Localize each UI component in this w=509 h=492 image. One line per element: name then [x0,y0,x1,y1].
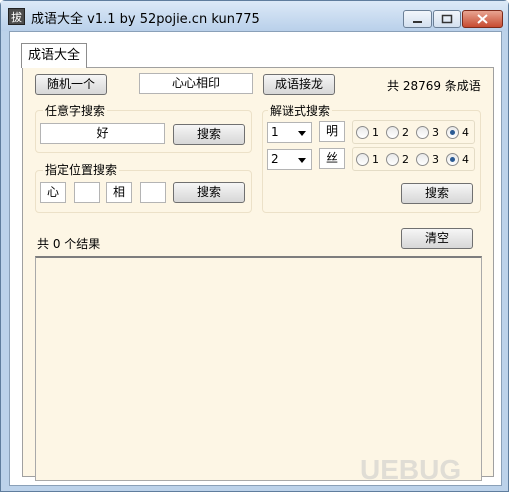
radio-1-1[interactable] [356,126,369,139]
chevron-down-icon [298,158,306,163]
radio-1-4-label: 4 [462,126,469,139]
tab-idioms[interactable]: 成语大全 [21,43,87,68]
radio-1-2[interactable] [386,126,399,139]
random-button[interactable]: 随机一个 [35,74,107,95]
radio-2-4[interactable] [446,153,459,166]
radio-2-1[interactable] [356,153,369,166]
radio-1-1-label: 1 [372,126,379,139]
any-search-input[interactable]: 好 [40,123,165,144]
riddle-search-title: 解谜式搜索 [268,102,333,119]
pos-field-4[interactable] [140,182,166,203]
riddle-char-1[interactable]: 明 [319,121,345,142]
clear-button[interactable]: 清空 [401,228,473,249]
riddle-combo-2-value: 2 [271,152,279,166]
radio-1-2-label: 2 [402,126,409,139]
radio-2-1-label: 1 [372,153,379,166]
pos-search-title: 指定位置搜索 [43,161,120,178]
minimize-icon [413,21,422,23]
pos-field-2[interactable] [74,182,100,203]
any-search-button[interactable]: 搜索 [173,124,245,145]
radio-1-4[interactable] [446,126,459,139]
watermark-logo: UEBUG [360,454,462,485]
result-count: 共 0 个结果 [37,237,101,251]
pos-field-1[interactable]: 心 [40,182,66,203]
riddle-radio-group-2: 1 2 3 4 [352,147,475,171]
radio-2-4-label: 4 [462,153,469,166]
window-title: 成语大全 v1.1 by 52pojie.cn kun775 [31,12,260,27]
riddle-radio-group-1: 1 2 3 4 [352,120,475,144]
riddle-search-button[interactable]: 搜索 [401,183,473,204]
radio-2-3[interactable] [416,153,429,166]
current-idiom-field[interactable]: 心心相印 [139,73,253,94]
close-icon [477,14,488,24]
radio-1-3[interactable] [416,126,429,139]
minimize-button[interactable] [403,10,432,28]
pos-field-3[interactable]: 相 [106,182,132,203]
results-list[interactable] [35,256,482,481]
radio-2-2-label: 2 [402,153,409,166]
chain-button[interactable]: 成语接龙 [263,74,335,95]
any-search-title: 任意字搜索 [43,102,108,119]
idiom-count: 共 28769 条成语 [387,79,481,93]
app-icon: 拔 [8,8,25,25]
riddle-combo-2[interactable]: 2 [267,149,312,170]
maximize-icon [441,14,453,24]
close-button[interactable] [462,10,503,28]
title-bar[interactable]: 拔 成语大全 v1.1 by 52pojie.cn kun775 [1,1,508,31]
riddle-char-2[interactable]: 丝 [319,148,345,169]
pos-search-button[interactable]: 搜索 [173,182,245,203]
riddle-combo-1[interactable]: 1 [267,122,312,143]
radio-1-3-label: 3 [432,126,439,139]
radio-2-2[interactable] [386,153,399,166]
riddle-combo-1-value: 1 [271,125,279,139]
radio-2-3-label: 3 [432,153,439,166]
maximize-button[interactable] [433,10,461,28]
chevron-down-icon [298,131,306,136]
